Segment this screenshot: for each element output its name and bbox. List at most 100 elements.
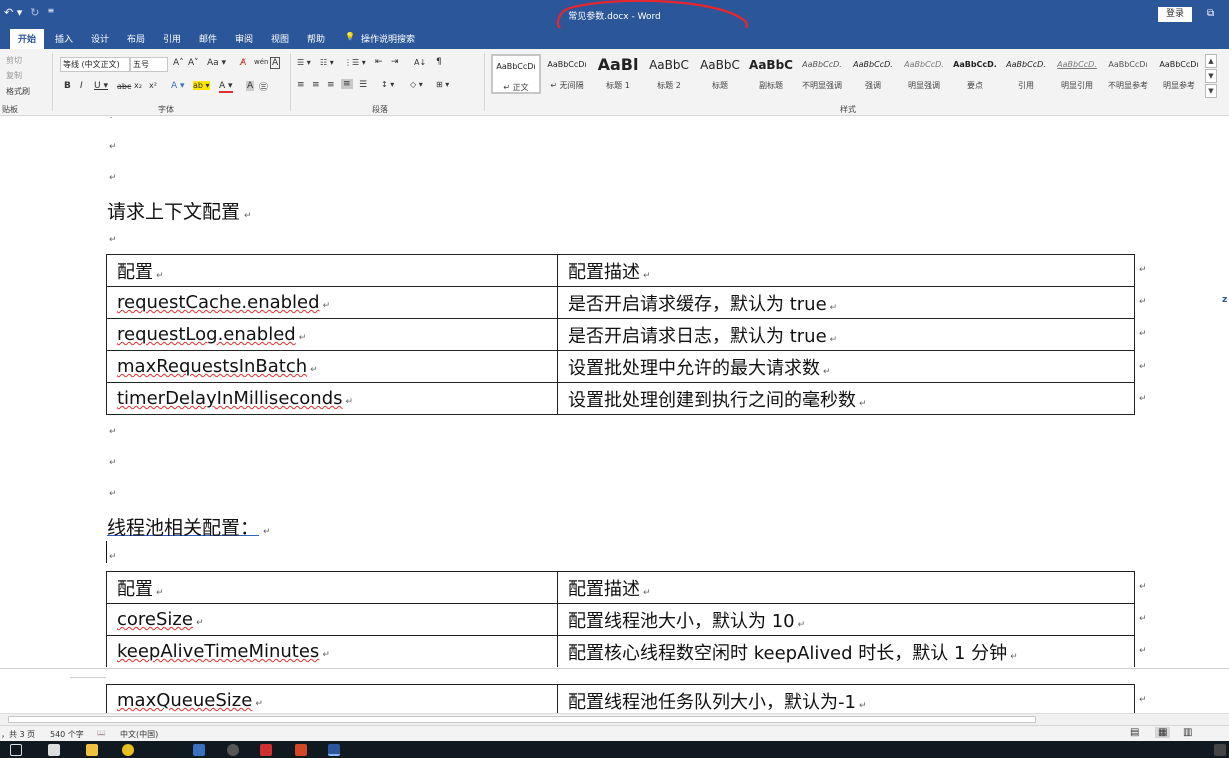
login-button[interactable]: 登录: [1158, 7, 1192, 22]
change-case-button[interactable]: Aa ▾: [207, 58, 226, 68]
style-subtle-emphasis[interactable]: AaBbCcD. 不明显强调: [797, 54, 847, 94]
table-cell[interactable]: requestLog.enabled ↵: [106, 318, 558, 351]
table-cell[interactable]: 是否开启请求日志，默认为 true ↵: [557, 318, 1135, 351]
format-painter-button[interactable]: 格式刷: [6, 86, 30, 97]
style-intense-reference[interactable]: AaBbCcDı 明显参考: [1154, 54, 1204, 94]
numbering-button[interactable]: ☷ ▾: [320, 58, 334, 67]
subscript-button[interactable]: x₂: [134, 81, 142, 90]
app-icon[interactable]: [48, 744, 60, 756]
highlight-button[interactable]: ab ▾: [193, 81, 210, 90]
browser-icon[interactable]: [122, 744, 134, 756]
copy-button[interactable]: 复制: [6, 70, 22, 81]
phonetic-guide-button[interactable]: wén: [254, 58, 268, 66]
decrease-indent-button[interactable]: ⇤: [375, 57, 383, 67]
horizontal-scrollbar[interactable]: [0, 713, 1229, 725]
file-explorer-icon[interactable]: [86, 744, 98, 756]
sort-button[interactable]: A↓: [414, 58, 426, 67]
tab-references[interactable]: 引用: [163, 32, 181, 45]
align-center-button[interactable]: ≡: [312, 80, 320, 90]
word-count[interactable]: 540 个字: [50, 729, 84, 740]
restore-window-icon[interactable]: ⧉: [1207, 8, 1214, 19]
task-view-icon[interactable]: [10, 744, 22, 756]
style-quote[interactable]: AaBbCcD. 引用: [1001, 54, 1051, 94]
app-icon[interactable]: [260, 744, 272, 756]
table-cell[interactable]: 配置核心线程数空闲时 keepAlived 时长，默认 1 分钟 ↵: [557, 635, 1135, 668]
tab-design[interactable]: 设计: [91, 32, 109, 45]
tab-view[interactable]: 视图: [271, 32, 289, 45]
line-spacing-button[interactable]: ↕ ▾: [381, 80, 394, 89]
style-emphasis[interactable]: AaBbCcD. 强调: [848, 54, 898, 94]
table-header-cell[interactable]: 配置描述 ↵: [557, 254, 1135, 287]
borders-button[interactable]: ⊞ ▾: [436, 80, 449, 89]
style-intense-quote[interactable]: AaBbCcD. 明显引用: [1052, 54, 1102, 94]
multilevel-list-button[interactable]: ⋮☰ ▾: [344, 58, 366, 67]
scrollbar-thumb[interactable]: [8, 716, 1036, 723]
cut-button[interactable]: 剪切: [6, 55, 22, 66]
table-cell[interactable]: 是否开启请求缓存，默认为 true ↵: [557, 286, 1135, 319]
table-header-cell[interactable]: 配置 ↵: [106, 254, 558, 287]
tab-home[interactable]: 开始: [10, 29, 45, 50]
italic-button[interactable]: I: [80, 81, 83, 91]
bullets-button[interactable]: ☰ ▾: [297, 58, 311, 67]
language-status[interactable]: 中文(中国): [120, 729, 158, 740]
styles-scroll-down-button[interactable]: ▼: [1205, 69, 1217, 83]
strikethrough-button[interactable]: abc: [117, 82, 131, 91]
styles-more-button[interactable]: ▼: [1205, 84, 1217, 98]
font-name-dropdown[interactable]: 等线 (中文正文): [60, 57, 130, 72]
web-layout-icon[interactable]: ▥: [1183, 727, 1192, 738]
document-canvas[interactable]: ↵ ↵ ↵ 请求上下文配置 ↵ ↵ 配置 ↵ 配置描述 ↵ requestCache.…: [0, 117, 1229, 713]
style-intense-emphasis[interactable]: AaBbCcD. 明显强调: [899, 54, 949, 94]
style-heading-2[interactable]: AaBbC 标题 2: [644, 54, 694, 94]
table-cell[interactable]: maxQueueSize ↵: [106, 684, 558, 713]
tell-me-search[interactable]: 💡 操作说明搜索: [345, 32, 415, 45]
superscript-button[interactable]: x²: [149, 81, 157, 90]
word-icon[interactable]: [328, 744, 340, 756]
align-left-button[interactable]: ≡: [297, 80, 305, 90]
table-cell[interactable]: coreSize ↵: [106, 603, 558, 636]
style-subtitle[interactable]: AaBbC 副标题: [746, 54, 796, 94]
style-subtle-reference[interactable]: AaBbCcDı 不明显参考: [1103, 54, 1153, 94]
table-header-cell[interactable]: 配置 ↵: [106, 571, 558, 604]
table-cell[interactable]: requestCache.enabled ↵: [106, 286, 558, 319]
distribute-button[interactable]: ☰: [359, 80, 367, 90]
table-cell[interactable]: keepAliveTimeMinutes ↵: [106, 635, 558, 668]
clear-formatting-button[interactable]: A̸: [240, 58, 246, 68]
character-border-button[interactable]: A: [270, 57, 281, 69]
app-icon[interactable]: [193, 744, 205, 756]
table-cell[interactable]: timerDelayInMilliseconds ↵: [106, 382, 558, 415]
grow-font-button[interactable]: A˄: [173, 58, 184, 68]
style-normal[interactable]: AaBbCcDı ↵ 正文: [491, 54, 541, 94]
font-color-button[interactable]: A ▾: [219, 81, 233, 93]
show-marks-button[interactable]: ¶: [436, 57, 442, 67]
powerpoint-icon[interactable]: [295, 744, 307, 756]
character-shading-button[interactable]: A: [246, 81, 255, 91]
style-heading-1[interactable]: AaBl 标题 1: [593, 54, 643, 94]
justify-button[interactable]: ≡: [341, 79, 353, 89]
app-icon[interactable]: [1214, 744, 1226, 756]
table-cell[interactable]: 设置批处理创建到执行之间的毫秒数 ↵: [557, 382, 1135, 415]
tab-mailings[interactable]: 邮件: [199, 32, 217, 45]
style-no-spacing[interactable]: AaBbCcDı ↵ 无间隔: [542, 54, 592, 94]
underline-button[interactable]: U ▾: [94, 81, 108, 91]
bold-button[interactable]: B: [64, 81, 71, 91]
proofing-icon[interactable]: 📖: [97, 729, 106, 737]
shading-button[interactable]: ◇ ▾: [410, 80, 423, 89]
styles-scroll-up-button[interactable]: ▲: [1205, 54, 1217, 68]
table-header-cell[interactable]: 配置描述 ↵: [557, 571, 1135, 604]
increase-indent-button[interactable]: ⇥: [391, 57, 399, 67]
tab-review[interactable]: 审阅: [235, 32, 253, 45]
enclose-characters-button[interactable]: ㊂: [259, 80, 268, 93]
shrink-font-button[interactable]: A˅: [188, 58, 199, 68]
page-count[interactable]: ，共 3 页: [1, 729, 35, 740]
read-mode-icon[interactable]: ▤: [1130, 727, 1139, 738]
table-cell[interactable]: 配置线程池任务队列大小，默认为-1 ↵: [557, 684, 1135, 713]
style-strong[interactable]: AaBbCcD. 要点: [950, 54, 1000, 94]
tab-insert[interactable]: 插入: [55, 32, 73, 45]
table-cell[interactable]: 配置线程池大小，默认为 10 ↵: [557, 603, 1135, 636]
print-layout-icon[interactable]: ▦: [1155, 727, 1171, 738]
app-icon[interactable]: [227, 744, 239, 756]
font-size-dropdown[interactable]: 五号: [130, 57, 168, 72]
tab-layout[interactable]: 布局: [127, 32, 145, 45]
style-title[interactable]: AaBbC 标题: [695, 54, 745, 94]
align-right-button[interactable]: ≡: [327, 80, 335, 90]
